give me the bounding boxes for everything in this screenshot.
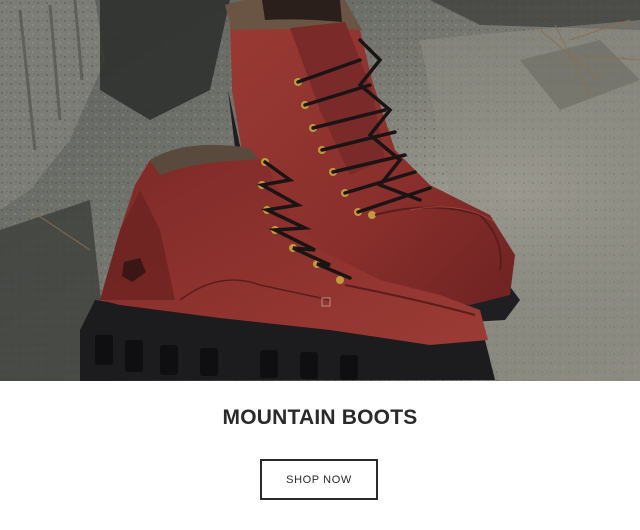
shop-now-button[interactable]: SHOP NOW — [260, 459, 378, 500]
promo-title: MOUNTAIN BOOTS — [222, 406, 418, 429]
hero-image[interactable] — [0, 0, 640, 381]
boots-photo — [0, 0, 640, 381]
promo-card: MOUNTAIN BOOTS SHOP NOW — [0, 0, 640, 530]
